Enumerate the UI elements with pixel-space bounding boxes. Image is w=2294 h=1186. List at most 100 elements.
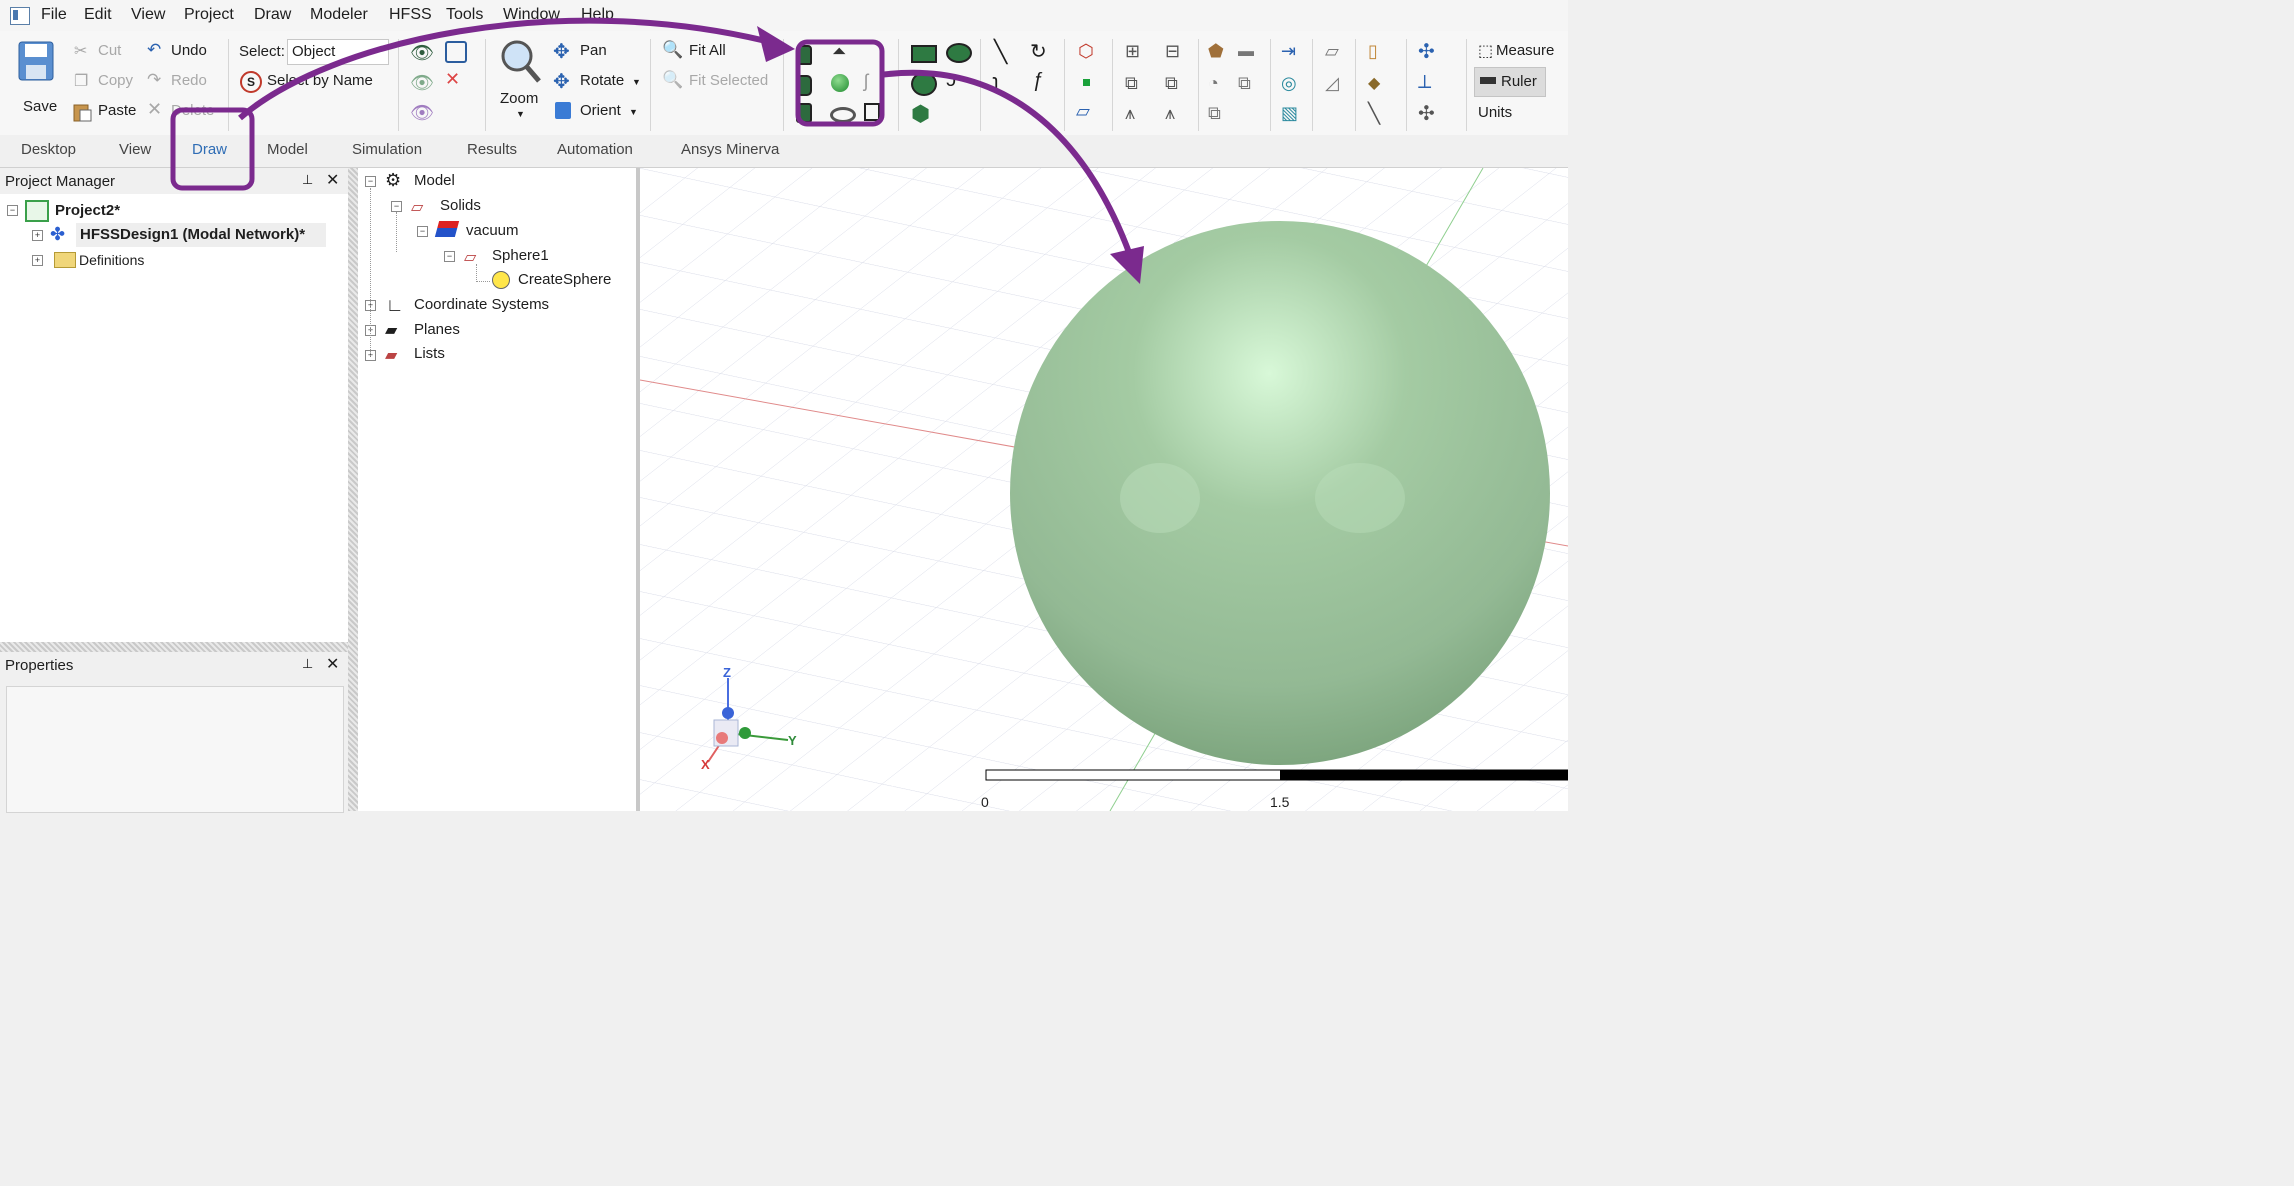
rectangle-icon[interactable] [911,45,937,63]
rotate-button[interactable]: ✥ Rotate ▼ [553,71,643,93]
tree-create-sphere[interactable]: CreateSphere [518,271,611,288]
save-button[interactable]: Save [12,39,64,119]
sweep-icon[interactable]: ◔ [1208,73,1219,94]
line-tool-icon[interactable]: ╲ [1368,101,1380,126]
subtract-icon[interactable]: ⊟ [1165,41,1180,62]
tree-design-selected[interactable]: HFSSDesign1 (Modal Network)* [76,223,326,247]
menu-file[interactable]: File [41,6,67,24]
close-icon[interactable]: ✕ [326,654,339,674]
menu-help[interactable]: Help [581,6,614,24]
line-icon[interactable]: ╲ [994,39,1007,65]
box-icon[interactable] [796,45,812,65]
ruler-button[interactable]: Ruler [1474,67,1546,97]
plane-icon[interactable]: ⏥ [1076,101,1090,122]
tree-planes[interactable]: Planes [414,321,460,338]
tab-draw[interactable]: Draw [192,141,227,158]
sphere-object[interactable] [1010,221,1550,765]
tree-coordinate-systems[interactable]: Coordinate Systems [414,296,549,313]
coordinate-system-icon[interactable]: ✣ [1418,39,1435,64]
point-icon[interactable] [1083,79,1090,86]
fit-all-button[interactable]: 🔍 Fit All [662,40,742,63]
tab-simulation[interactable]: Simulation [352,141,422,158]
view-options-icon[interactable] [445,41,467,63]
tab-model[interactable]: Model [267,141,308,158]
pin-icon[interactable]: ⊥ [302,656,313,672]
select-mode-dropdown[interactable]: Object [287,39,389,65]
tree-project[interactable]: Project2* [55,202,120,219]
helix-icon[interactable]: ʃ [864,71,868,92]
spline-icon[interactable]: ʅ [994,71,998,94]
tree-solids[interactable]: Solids [440,197,481,214]
split-icon[interactable]: ⧉ [1125,73,1138,94]
tree-definitions[interactable]: Definitions [79,252,144,268]
tree-lists[interactable]: Lists [414,345,445,362]
hide-selected-eye-icon[interactable]: 👁 [410,71,434,95]
expand-toggle[interactable]: + [32,230,43,241]
3d-modeler-viewport[interactable]: Z Y X 0 1.5 [640,168,1568,811]
polygon-icon[interactable]: ⬢ [911,101,930,127]
delete-button[interactable]: ✕ Delete [145,99,221,123]
pin-icon[interactable]: ⊥ [302,172,313,188]
vertical-splitter[interactable] [348,168,358,811]
tab-desktop[interactable]: Desktop [21,141,76,158]
tab-results[interactable]: Results [467,141,517,158]
sphere-icon[interactable] [831,74,849,92]
relative-cs-icon[interactable]: ⟂ [1418,71,1431,94]
cover-lines-icon[interactable]: ◎ [1281,73,1297,94]
collapse-toggle[interactable]: − [7,205,18,216]
sheet-face-icon[interactable]: ◿ [1325,73,1339,94]
menu-hfss[interactable]: HFSS [389,6,432,24]
copy-button[interactable]: ❐ Copy [72,71,136,93]
fillet-icon[interactable]: ⬟ [1208,41,1224,62]
bondwire-icon[interactable] [864,103,880,121]
tab-automation[interactable]: Automation [557,141,633,158]
show-hide-eye-icon[interactable]: 👁 [410,41,434,65]
measure-button[interactable]: ⬚ Measure [1476,41,1568,63]
paste-button[interactable]: Paste [72,101,138,123]
undo-button[interactable]: ↶ Undo [145,40,215,63]
show-all-eye-icon[interactable]: 👁 [410,101,434,125]
region-icon[interactable]: ⬡ [1078,41,1094,62]
chamfer-icon[interactable]: ▬ [1238,43,1254,61]
close-icon[interactable]: ✕ [326,170,339,190]
menu-edit[interactable]: Edit [84,6,112,24]
intersect-icon[interactable]: ⧉ [1165,73,1178,94]
redo-button[interactable]: ↷ Redo [145,70,215,93]
menu-modeler[interactable]: Modeler [310,6,368,24]
sheet-icon[interactable]: ▱ [1325,41,1339,62]
cover-faces-icon[interactable]: ▧ [1281,103,1298,124]
unite-icon[interactable]: ⊞ [1125,41,1140,62]
circle-icon[interactable] [911,72,937,96]
move-face-icon[interactable]: ⇥ [1281,41,1296,62]
expand-toggle[interactable]: + [32,255,43,266]
tab-view[interactable]: View [119,141,151,158]
fit-selected-button[interactable]: 🔍 Fit Selected [662,70,774,93]
hide-all-icon[interactable]: ✕ [445,69,460,90]
horizontal-splitter[interactable] [0,642,348,652]
polyhedron-icon[interactable] [796,103,812,123]
tree-vacuum[interactable]: vacuum [466,222,519,239]
tree-sphere1[interactable]: Sphere1 [492,247,549,264]
thicken-icon[interactable]: ⧉ [1238,73,1251,94]
menu-view[interactable]: View [131,6,165,24]
arc-shape-icon[interactable]: ↄ [946,69,956,92]
menu-window[interactable]: Window [503,6,560,24]
spiral-icon[interactable]: ↻ [1030,39,1047,64]
torus-icon[interactable] [830,107,856,123]
select-by-name-button[interactable]: S Select by Name [240,71,380,93]
collapse-toggle[interactable]: − [365,176,376,187]
cylinder-icon[interactable] [796,75,812,96]
tree-model[interactable]: Model [414,172,455,189]
collapse-toggle[interactable]: − [417,226,428,237]
tab-ansys-minerva[interactable]: Ansys Minerva [681,141,779,158]
connect-icon[interactable]: ⧉ [1208,103,1221,124]
menu-project[interactable]: Project [184,6,234,24]
ellipse-icon[interactable] [946,43,972,63]
duplicate-mirror-icon[interactable]: ⩚ [1165,103,1175,124]
mirror-icon[interactable]: ⩚ [1125,103,1135,124]
equation-curve-icon[interactable]: ƒ [1032,69,1043,92]
zoom-button[interactable]: Zoom ▼ [497,37,543,125]
face-cs-icon[interactable]: ◆ [1368,73,1380,93]
collapse-toggle[interactable]: − [391,201,402,212]
menu-tools[interactable]: Tools [446,6,483,24]
